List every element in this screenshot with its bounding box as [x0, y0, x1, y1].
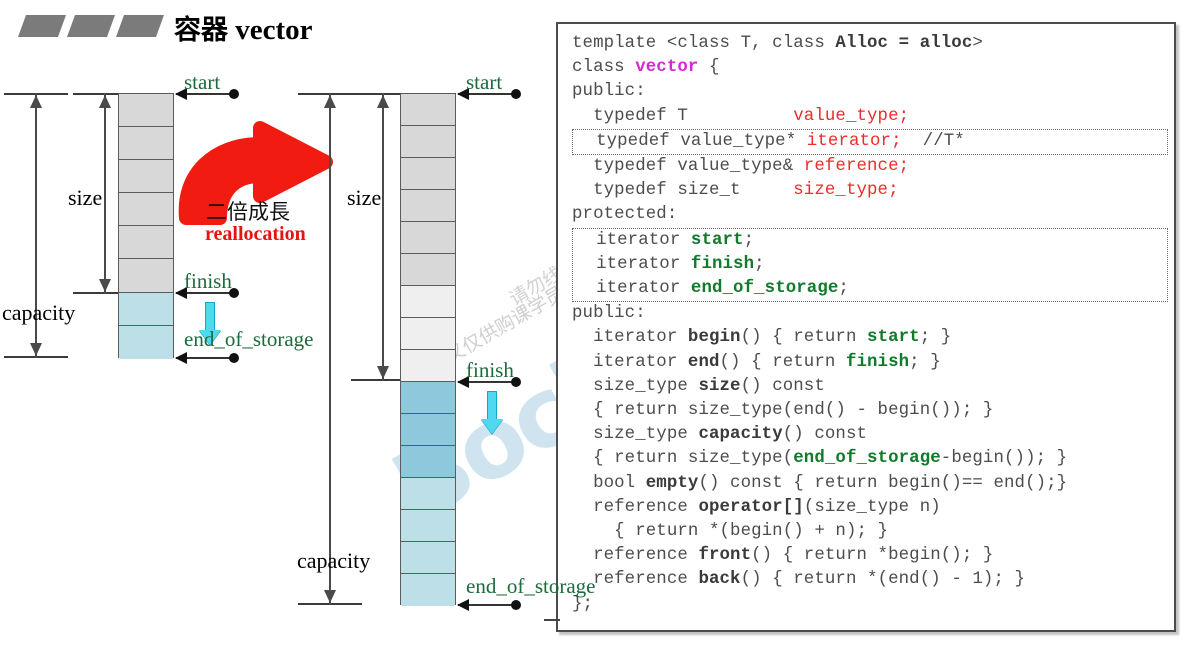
- code-line: iterator finish;: [575, 254, 765, 274]
- vector-cell: [401, 190, 455, 222]
- vector-cell: [401, 446, 455, 478]
- code-line: typedef size_t size_type;: [572, 181, 899, 201]
- vector-cell: [119, 160, 173, 194]
- code-line: typedef T value_type;: [572, 106, 910, 126]
- left-end-of-storage-label: end_of_storage: [184, 327, 314, 351]
- code-line: size_type capacity() const: [572, 425, 868, 445]
- code-line: iterator begin() { return start; }: [572, 328, 952, 348]
- right-size-label: size: [347, 185, 382, 210]
- vector-cell: [119, 226, 173, 260]
- vector-cell: [401, 222, 455, 254]
- left-capacity-label: capacity: [2, 300, 76, 325]
- vector-cell: [119, 259, 173, 293]
- vector-cell: [119, 193, 173, 227]
- right-growth-down-arrow: [481, 391, 503, 435]
- page-title-cn: 容器: [174, 15, 228, 46]
- decor-parallelogram-2: [66, 15, 116, 37]
- measure-arrowhead-down: [324, 590, 336, 603]
- code-line: size_type size() const: [572, 376, 825, 396]
- vector-cell: [119, 292, 173, 326]
- page-title: 容器 vector: [174, 8, 313, 47]
- code-line: { return size_type(end() - begin()); }: [572, 401, 994, 421]
- iterator-typedef-highlight-box: typedef value_type* iterator; //T*: [572, 128, 1168, 156]
- code-line: protected:: [572, 205, 678, 225]
- vector-cell: [401, 126, 455, 158]
- measure-shaft: [382, 93, 384, 381]
- vector-cell: [401, 542, 455, 574]
- vector-cell: [401, 574, 455, 606]
- code-line: iterator end() { return finish; }: [572, 352, 941, 372]
- code-line: iterator start;: [575, 230, 755, 250]
- code-line: reference back() { return *(end() - 1); …: [572, 570, 1026, 590]
- right-capacity-label: capacity: [297, 548, 371, 573]
- measure-arrowhead-down: [99, 279, 111, 292]
- right-size-measure: [351, 93, 415, 381]
- vector-cell: [119, 325, 173, 359]
- pointer-dot: [229, 353, 239, 363]
- decor-parallelogram-1: [17, 15, 67, 37]
- measure-arrowhead-up: [99, 95, 111, 108]
- right-vector-column: [400, 93, 456, 606]
- title-bar: 容器 vector: [14, 12, 444, 56]
- slide-canvas: 容器 vector Bocian 本讲义仅供购课学员专用 请勿线上传播，侵害老师…: [0, 0, 1190, 650]
- left-end-of-storage-pointer: [175, 352, 239, 364]
- code-line: reference operator[](size_type n): [572, 497, 941, 517]
- reallocation-cn-label: 二倍成長: [206, 200, 290, 224]
- right-end-of-storage-label: end_of_storage: [466, 574, 596, 598]
- arrow-stem: [487, 391, 497, 421]
- arrowhead-left: [175, 352, 187, 364]
- code-line: };: [572, 594, 594, 614]
- vector-cell: [401, 286, 455, 318]
- code-line: bool empty() const { return begin()== en…: [572, 473, 1068, 493]
- arrow-tip: [481, 418, 503, 434]
- vector-cell: [401, 254, 455, 286]
- vector-cell: [401, 478, 455, 510]
- left-finish-label: finish: [184, 269, 232, 293]
- measure-arrowhead-up: [377, 95, 389, 108]
- member-fields-highlight-box: iterator start; iterator finish; iterato…: [572, 227, 1168, 303]
- vector-cell: [401, 94, 455, 126]
- closing-brace-tick: [544, 619, 560, 621]
- left-vector-column: [118, 93, 174, 359]
- left-size-label: size: [68, 185, 103, 210]
- measure-arrowhead-down: [377, 366, 389, 379]
- code-line: reference front() { return *begin(); }: [572, 546, 994, 566]
- code-line: { return size_type(end_of_storage-begin(…: [572, 449, 1068, 469]
- reallocation-en-label: reallocation: [205, 223, 306, 245]
- left-start-label: start: [184, 70, 221, 94]
- code-line: class vector {: [572, 58, 720, 78]
- vector-cell: [119, 127, 173, 161]
- code-line: public:: [572, 82, 646, 102]
- vector-cell: [401, 158, 455, 190]
- vector-cell: [119, 94, 173, 128]
- vector-cell: [401, 318, 455, 350]
- vector-cell: [401, 382, 455, 414]
- pointer-dot: [229, 89, 239, 99]
- right-end-of-storage-pointer: [457, 599, 521, 611]
- right-start-label: start: [466, 70, 503, 94]
- code-line: { return *(begin() + n); }: [572, 522, 889, 542]
- code-line: public:: [572, 304, 646, 324]
- page-title-en: vector: [235, 14, 313, 46]
- code-line: typedef value_type* iterator; //T*: [575, 131, 965, 151]
- code-line: iterator end_of_storage;: [575, 279, 849, 299]
- vector-cell: [401, 414, 455, 446]
- measure-arrowhead-up: [30, 95, 42, 108]
- vector-cell: [401, 350, 455, 382]
- code-line: template <class T, class Alloc = alloc>: [572, 34, 983, 53]
- pointer-dot: [511, 600, 521, 610]
- vector-cell: [401, 510, 455, 542]
- measure-arrowhead-down: [30, 343, 42, 356]
- decor-parallelogram-3: [115, 15, 165, 37]
- code-panel: template <class T, class Alloc = alloc> …: [556, 22, 1176, 632]
- measure-arrowhead-up: [324, 95, 336, 108]
- arrowhead-left: [457, 599, 469, 611]
- right-capacity-measure: [298, 93, 362, 605]
- measure-shaft: [104, 93, 106, 294]
- code-line: typedef value_type& reference;: [572, 157, 910, 177]
- measure-shaft: [329, 93, 331, 605]
- pointer-dot: [511, 89, 521, 99]
- right-finish-label: finish: [466, 358, 514, 382]
